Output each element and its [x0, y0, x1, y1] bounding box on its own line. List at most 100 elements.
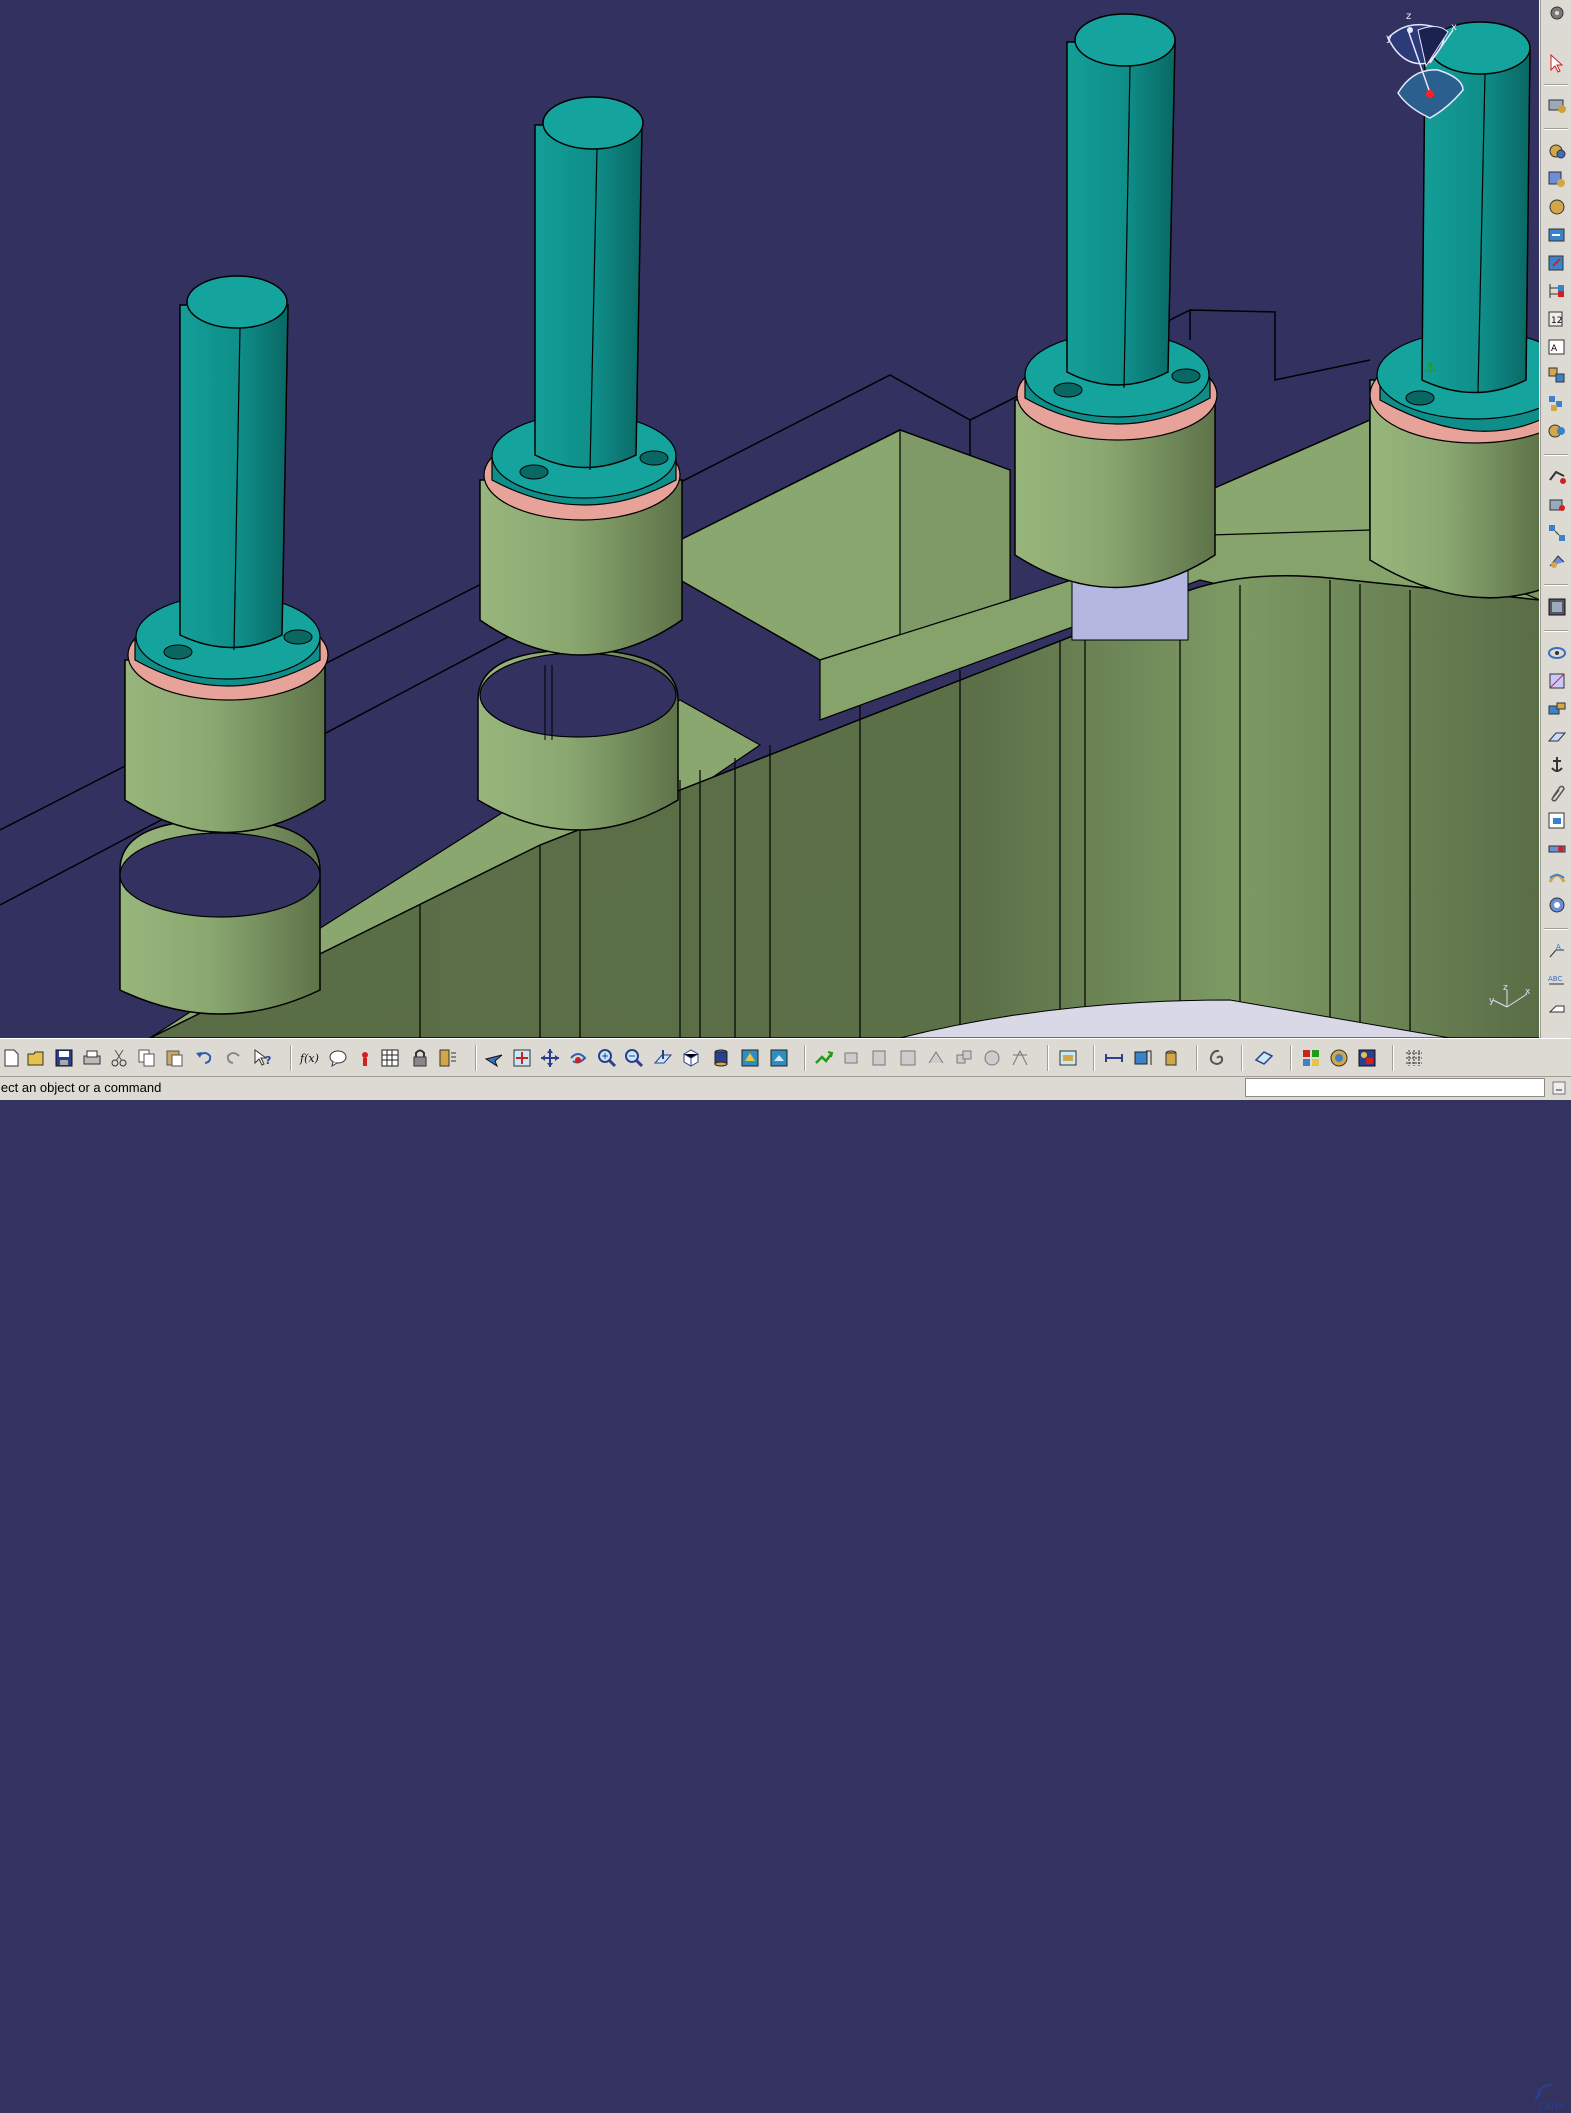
svg-text:A: A	[1551, 344, 1558, 354]
swap-visible-space-icon[interactable]	[768, 1047, 790, 1069]
open-icon[interactable]	[25, 1047, 47, 1069]
plane-section-icon[interactable]	[1546, 726, 1568, 748]
formula-icon[interactable]: f(x)	[299, 1047, 321, 1069]
scene-icon[interactable]	[1328, 1047, 1350, 1069]
fit-all-icon[interactable]	[511, 1047, 533, 1069]
paperclip-icon[interactable]	[1546, 782, 1568, 804]
apply-material-icon[interactable]	[1300, 1047, 1322, 1069]
svg-text:3: 3	[1534, 2087, 1542, 2100]
catalog-icon[interactable]	[1057, 1047, 1079, 1069]
redo-icon[interactable]	[223, 1047, 245, 1069]
flag-note-icon[interactable]: ABC	[1546, 968, 1568, 990]
lock-icon[interactable]	[409, 1047, 431, 1069]
save-icon[interactable]	[53, 1047, 75, 1069]
leader-annotation-icon[interactable]	[1546, 996, 1568, 1018]
copy-icon[interactable]	[136, 1047, 158, 1069]
existing-component-icon[interactable]	[1546, 224, 1568, 246]
compass-icon[interactable]: z x y	[1378, 8, 1478, 123]
hide-show-icon[interactable]	[739, 1047, 761, 1069]
replace-component-icon[interactable]	[1546, 252, 1568, 274]
sectioning-icon[interactable]	[1546, 670, 1568, 692]
render-style-icon[interactable]	[710, 1047, 732, 1069]
stop-manipulate-on-clash-icon[interactable]	[1546, 550, 1568, 572]
paste-icon[interactable]	[164, 1047, 186, 1069]
law-icon[interactable]	[437, 1047, 459, 1069]
triad-label-y: y	[1489, 996, 1495, 1006]
scenes-icon[interactable]	[1546, 596, 1568, 618]
measure-inertia-icon[interactable]	[1160, 1047, 1182, 1069]
bottom-toolbar: ? f(x) 3 CATIA	[0, 1038, 1571, 2112]
clash-icon[interactable]	[953, 1047, 975, 1069]
image-icon[interactable]	[1356, 1047, 1378, 1069]
compass-label-z: z	[1406, 11, 1411, 22]
gear-icon[interactable]	[1546, 2, 1568, 24]
cut-icon[interactable]	[108, 1047, 130, 1069]
measure-item-icon[interactable]	[1132, 1047, 1154, 1069]
anchor-icon[interactable]	[1546, 754, 1568, 776]
svg-text:f(x): f(x)	[299, 1052, 319, 1065]
sectioning-icon[interactable]	[981, 1047, 1003, 1069]
whats-this-icon[interactable]: ?	[252, 1047, 274, 1069]
explode-icon[interactable]	[897, 1047, 919, 1069]
measure-between-icon[interactable]	[1103, 1047, 1125, 1069]
command-input[interactable]	[1245, 1078, 1545, 1097]
iso-view-icon[interactable]	[680, 1047, 702, 1069]
weld-feature-icon[interactable]	[1546, 838, 1568, 860]
snap-icon[interactable]	[1546, 494, 1568, 516]
move-icon[interactable]	[841, 1047, 863, 1069]
new-product-icon[interactable]	[1546, 196, 1568, 218]
zoom-in-icon[interactable]	[596, 1047, 618, 1069]
svg-text:A: A	[1556, 943, 1561, 951]
clash-icon[interactable]	[1546, 642, 1568, 664]
fly-mode-icon[interactable]	[483, 1047, 505, 1069]
select-arrow-icon[interactable]	[1546, 52, 1568, 74]
svg-text:12: 12	[1551, 316, 1562, 326]
3d-model-scene[interactable]: ⚓	[0, 0, 1540, 1038]
selective-load-icon[interactable]: A	[1546, 336, 1568, 358]
stop-manipulate-icon[interactable]	[925, 1047, 947, 1069]
print-icon[interactable]	[81, 1047, 103, 1069]
design-table-icon[interactable]	[379, 1047, 401, 1069]
pillar-assembly-1	[119, 275, 329, 1015]
graph-tree-reordering-icon[interactable]	[1546, 280, 1568, 302]
new-component-icon[interactable]	[1546, 168, 1568, 190]
fast-multi-instantiation-icon[interactable]	[1546, 420, 1568, 442]
swept-volume-icon[interactable]	[1546, 866, 1568, 888]
status-bar: lect an object or a command	[0, 1076, 1571, 1100]
manage-representations-icon[interactable]	[1546, 364, 1568, 386]
distance-band-analysis-icon[interactable]	[1546, 698, 1568, 720]
status-toggle-icon[interactable]	[1552, 1081, 1566, 1095]
rotate-icon[interactable]	[567, 1047, 589, 1069]
catia-logo: 3 CATIA	[1534, 2083, 1564, 2112]
new-document-icon[interactable]	[0, 1047, 22, 1069]
catia-logo-text: CATIA	[1538, 2102, 1564, 2112]
explode-icon[interactable]	[1546, 522, 1568, 544]
svg-text:?: ?	[265, 1054, 271, 1067]
annotated-view-icon[interactable]	[1546, 810, 1568, 832]
plane-icon[interactable]	[1253, 1047, 1275, 1069]
grid-icon[interactable]	[1403, 1047, 1425, 1069]
assembly-constraint-icon[interactable]	[1546, 94, 1568, 116]
generate-numbering-icon[interactable]: 12	[1546, 308, 1568, 330]
undo-icon[interactable]	[193, 1047, 215, 1069]
pan-icon[interactable]	[539, 1047, 561, 1069]
distance-icon[interactable]	[1009, 1047, 1031, 1069]
product-knowledge-icon[interactable]	[1546, 894, 1568, 916]
3d-viewport[interactable]: ⚓ z x y x z y	[0, 0, 1540, 1038]
normal-view-icon[interactable]	[652, 1047, 674, 1069]
manipulation-icon[interactable]	[1546, 466, 1568, 488]
pillar-assembly-2	[477, 96, 683, 831]
knowledge-advisor-icon[interactable]	[327, 1047, 349, 1069]
update-icon[interactable]	[813, 1047, 835, 1069]
status-prompt: lect an object or a command	[0, 1080, 162, 1095]
parameter-icon[interactable]	[354, 1047, 376, 1069]
gear-existing-component-icon[interactable]	[1546, 140, 1568, 162]
triad-label-z: z	[1503, 983, 1508, 993]
snap-icon[interactable]	[869, 1047, 891, 1069]
text-with-leader-icon[interactable]: A	[1546, 940, 1568, 962]
svg-text:ABC: ABC	[1548, 975, 1562, 983]
spiral-icon[interactable]	[1206, 1047, 1228, 1069]
multi-instantiation-icon[interactable]	[1546, 392, 1568, 414]
zoom-out-icon[interactable]	[623, 1047, 645, 1069]
axis-triad-icon: x z y	[1489, 983, 1531, 1008]
